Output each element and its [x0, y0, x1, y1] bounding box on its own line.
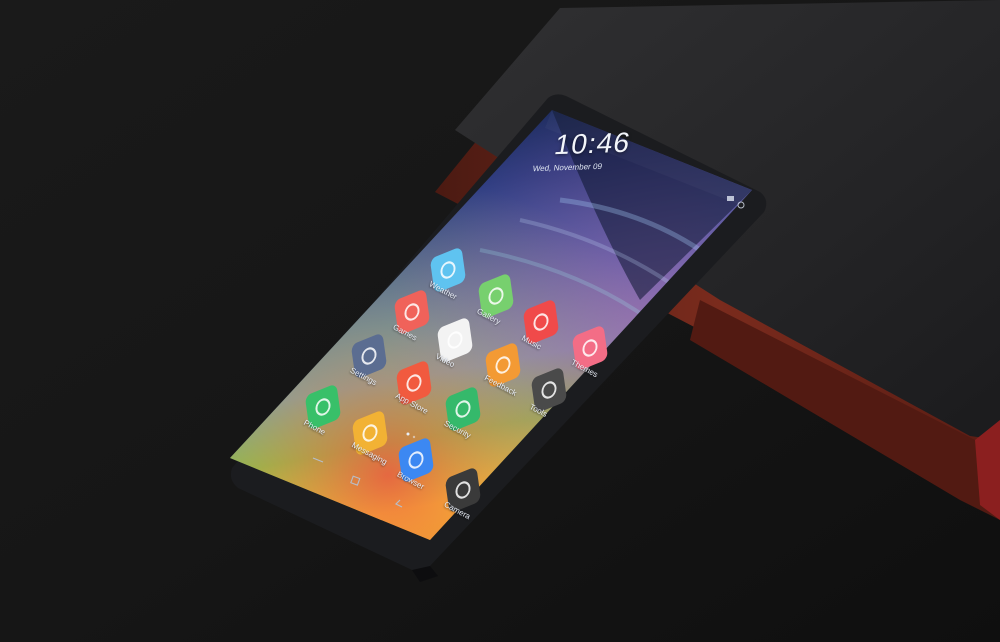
page-indicator-dot [406, 432, 410, 436]
clock-time: 10:46 [552, 126, 634, 161]
page-indicator-dot [412, 435, 416, 439]
product-photo: 10:46 Wed, November 09 Weather Gallery Gam… [0, 0, 1000, 642]
